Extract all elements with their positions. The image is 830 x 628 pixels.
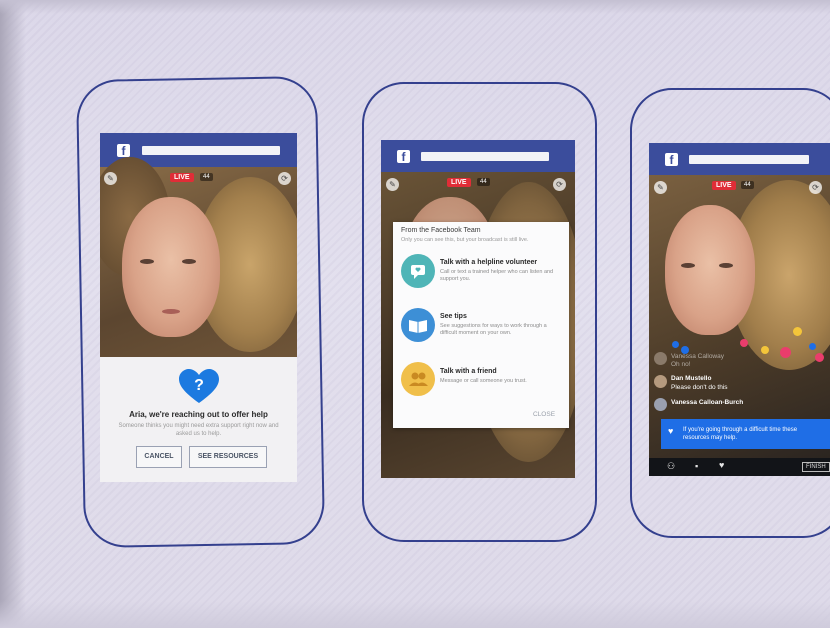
phone-1-screen: f LIVE 44 ✎ ⟳ ? Aria, we're reaching out… [100,133,297,482]
live-video-frame: LIVE 44 ✎ ⟳ [100,157,297,357]
live-badge: LIVE [447,178,471,187]
option-helpline-title[interactable]: Talk with a helpline volunteer [440,259,537,266]
finish-button[interactable]: FINISH [802,462,830,472]
facebook-logo-icon: f [665,153,678,167]
facebook-logo-icon: f [397,150,410,164]
banner-text: If you're going through a difficult time… [683,427,798,441]
mouth [162,309,180,314]
reaction-wow-icon [761,346,769,354]
option-tips-desc: See suggestions for ways to work through… [440,323,547,336]
viewer-count: 44 [200,173,213,181]
flip-camera-icon[interactable]: ⟳ [278,172,291,185]
reaction-like-icon [809,343,816,350]
sheet-note: Only you can see this, but your broadcas… [401,237,529,243]
avatar [654,352,667,365]
comment-text: Oh no! [671,361,691,368]
comment-icon[interactable]: ▪ [695,461,698,471]
phone-3-screen: f LIVE 44 ✎ ⟳ Vanessa Calloway Oh no! Da… [649,143,830,476]
bottom-toolbar: ⚇ ▪ ♥ FINISH [649,458,830,476]
search-bar[interactable] [142,146,280,155]
live-badge: LIVE [170,173,194,182]
viewer-count: 44 [741,181,754,189]
option-tips-title[interactable]: See tips [440,313,467,320]
wrench-icon[interactable]: ✎ [104,172,117,185]
resources-banner[interactable]: ♥ If you're going through a difficult ti… [661,419,830,449]
left-eye [681,263,695,268]
search-bar[interactable] [689,155,809,164]
reaction-love-icon [815,353,824,362]
heart-icon[interactable]: ♥ [719,460,724,470]
help-dialog: ? Aria, we're reaching out to offer help… [100,357,297,482]
add-friend-icon[interactable]: ⚇ [667,461,675,472]
reaction-love-icon [780,347,791,358]
viewer-count: 44 [477,178,490,186]
see-resources-button[interactable]: SEE RESOURCES [189,446,267,468]
facebook-header-bar: f [649,143,830,175]
option-friend-title[interactable]: Talk with a friend [440,368,497,375]
help-subtitle: Someone thinks you might need extra supp… [118,423,279,437]
search-bar[interactable] [421,152,549,161]
heart-question-icon: ? [179,369,219,403]
right-eye [182,259,196,264]
flip-camera-icon[interactable]: ⟳ [553,178,566,191]
sheet-header: From the Facebook Team [401,227,481,234]
left-eye [140,259,154,264]
wrench-icon[interactable]: ✎ [386,178,399,191]
svg-text:?: ? [194,377,204,394]
comment-name: Dan Mustello [671,375,712,382]
resources-sheet: From the Facebook Team Only you can see … [393,222,569,428]
cancel-button[interactable]: CANCEL [136,446,182,468]
close-button[interactable]: CLOSE [533,411,555,418]
heart-icon: ♥ [668,426,674,436]
avatar [654,375,667,388]
chat-bubble-icon[interactable] [401,254,435,288]
help-title: Aria, we're reaching out to offer help [129,410,268,419]
facebook-header-bar: f [381,140,575,172]
wrench-icon[interactable]: ✎ [654,181,667,194]
comment-text: Please don't do this [671,384,728,391]
reaction-like-icon [672,341,679,348]
reaction-love-icon [740,339,748,347]
book-icon[interactable] [401,308,435,342]
friends-icon[interactable] [401,362,435,396]
facebook-logo-icon: f [117,144,130,158]
screen-top-shadow [0,0,830,14]
live-badge: LIVE [712,181,736,190]
flip-camera-icon[interactable]: ⟳ [809,181,822,194]
face [665,205,755,335]
comment-name: Vanessa Calloway [671,353,724,360]
face [122,197,220,337]
option-friend-desc: Message or call someone you trust. [440,378,527,384]
reaction-haha-icon [793,327,802,336]
comment-name: Vanessa Calloan-Burch [671,399,744,406]
phone-2-screen: f LIVE 44 ✎ ⟳ From the Facebook Team Onl… [381,140,575,478]
option-helpline-desc: Call or text a trained helper who can li… [440,269,554,282]
right-eye [719,263,733,268]
screen-edge-shadow [0,0,26,628]
avatar [654,398,667,411]
screen-bottom-shadow [0,600,830,628]
